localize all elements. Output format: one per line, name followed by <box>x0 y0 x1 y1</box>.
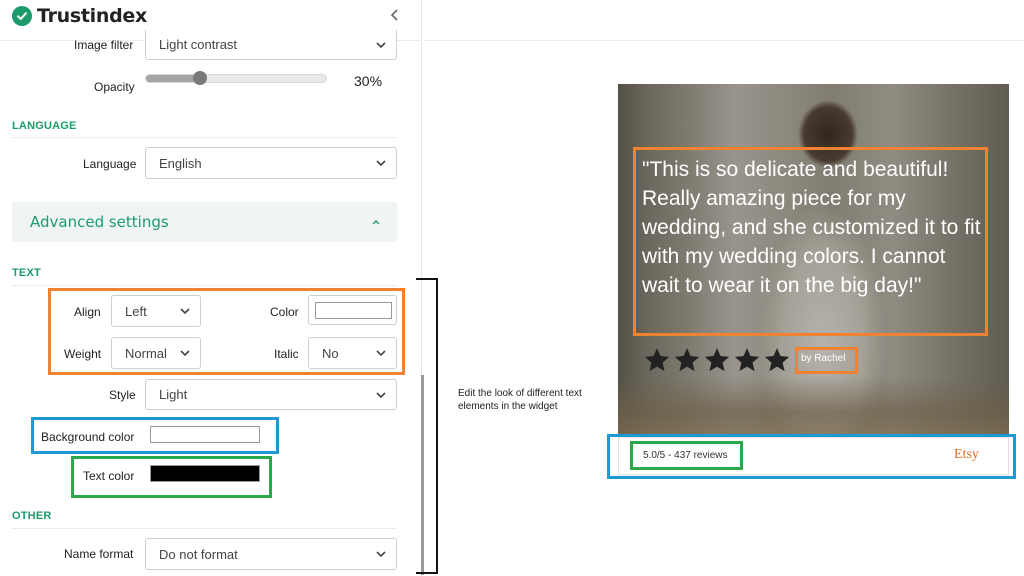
advanced-settings-title: Advanced settings <box>30 213 169 231</box>
background-color-label: Background color <box>41 430 135 444</box>
align-value: Left <box>125 303 147 319</box>
italic-select[interactable]: No <box>308 337 397 369</box>
language-section-title: LANGUAGE <box>12 120 77 132</box>
style-select[interactable]: Light <box>145 379 397 410</box>
text-color-label: Text color <box>83 469 135 483</box>
rating-summary: 5.0/5 - 437 reviews <box>643 450 728 461</box>
opacity-value: 30% <box>354 73 383 89</box>
etsy-logo: Etsy <box>954 447 979 462</box>
align-select[interactable]: Left <box>111 295 201 327</box>
language-value: English <box>159 155 202 171</box>
chevron-down-icon <box>376 350 386 357</box>
text-color-picker[interactable] <box>145 461 266 488</box>
chevron-up-icon <box>372 220 380 225</box>
color-picker[interactable] <box>308 295 397 325</box>
weight-label: Weight <box>64 347 102 361</box>
star-icon <box>644 348 670 372</box>
opacity-slider-handle[interactable] <box>193 71 207 85</box>
opacity-slider[interactable] <box>145 71 327 85</box>
other-section-title: OTHER <box>12 510 52 522</box>
image-filter-select[interactable]: Light contrast <box>145 30 397 60</box>
italic-label: Italic <box>274 347 299 361</box>
align-label: Align <box>74 305 101 319</box>
color-label: Color <box>270 305 299 319</box>
weight-value: Normal <box>125 345 167 361</box>
chevron-down-icon <box>180 350 190 357</box>
section-divider <box>12 528 397 529</box>
background-color-picker[interactable] <box>145 422 266 449</box>
color-swatch <box>315 302 392 319</box>
settings-panel: Trustindex Image filter Light contrast O… <box>0 0 422 576</box>
header-divider <box>424 40 1024 41</box>
star-icon <box>734 348 760 372</box>
logo: Trustindex <box>12 5 147 27</box>
chevron-left-icon <box>390 9 398 21</box>
background-color-swatch <box>150 426 260 443</box>
review-text: "This is so delicate and beautiful! Real… <box>642 158 981 297</box>
name-format-select[interactable]: Do not format <box>145 538 397 570</box>
section-divider <box>12 137 397 138</box>
weight-select[interactable]: Normal <box>111 337 201 369</box>
check-circle-icon <box>12 6 32 26</box>
star-icon <box>764 348 790 372</box>
style-label: Style <box>109 388 136 402</box>
star-icon <box>704 348 730 372</box>
language-select[interactable]: English <box>145 147 397 179</box>
chevron-down-icon <box>376 551 386 558</box>
image-filter-label: Image filter <box>74 38 134 52</box>
text-section-title: TEXT <box>12 267 41 279</box>
chevron-down-icon <box>376 41 386 48</box>
collapse-panel-button[interactable] <box>386 5 404 25</box>
star-icon <box>674 348 700 372</box>
name-format-label: Name format <box>64 547 134 561</box>
section-divider <box>12 285 397 286</box>
language-label: Language <box>83 157 137 171</box>
brand-name: Trustindex <box>37 5 147 27</box>
text-color-swatch <box>150 465 260 482</box>
annotation-text: Edit the look of different text elements… <box>458 388 582 412</box>
star-rating <box>643 346 791 374</box>
opacity-label: Opacity <box>94 80 135 94</box>
chevron-down-icon <box>180 308 190 315</box>
image-filter-value: Light contrast <box>159 37 238 52</box>
style-value: Light <box>159 387 188 402</box>
name-format-value: Do not format <box>159 546 238 562</box>
opacity-slider-fill <box>146 75 200 82</box>
chevron-down-icon <box>376 391 386 398</box>
annotation-bracket <box>416 278 438 574</box>
advanced-settings-toggle[interactable]: Advanced settings <box>12 202 397 242</box>
chevron-down-icon <box>376 160 386 167</box>
reviewer-name: by Rachel <box>801 353 846 364</box>
italic-value: No <box>322 345 339 361</box>
